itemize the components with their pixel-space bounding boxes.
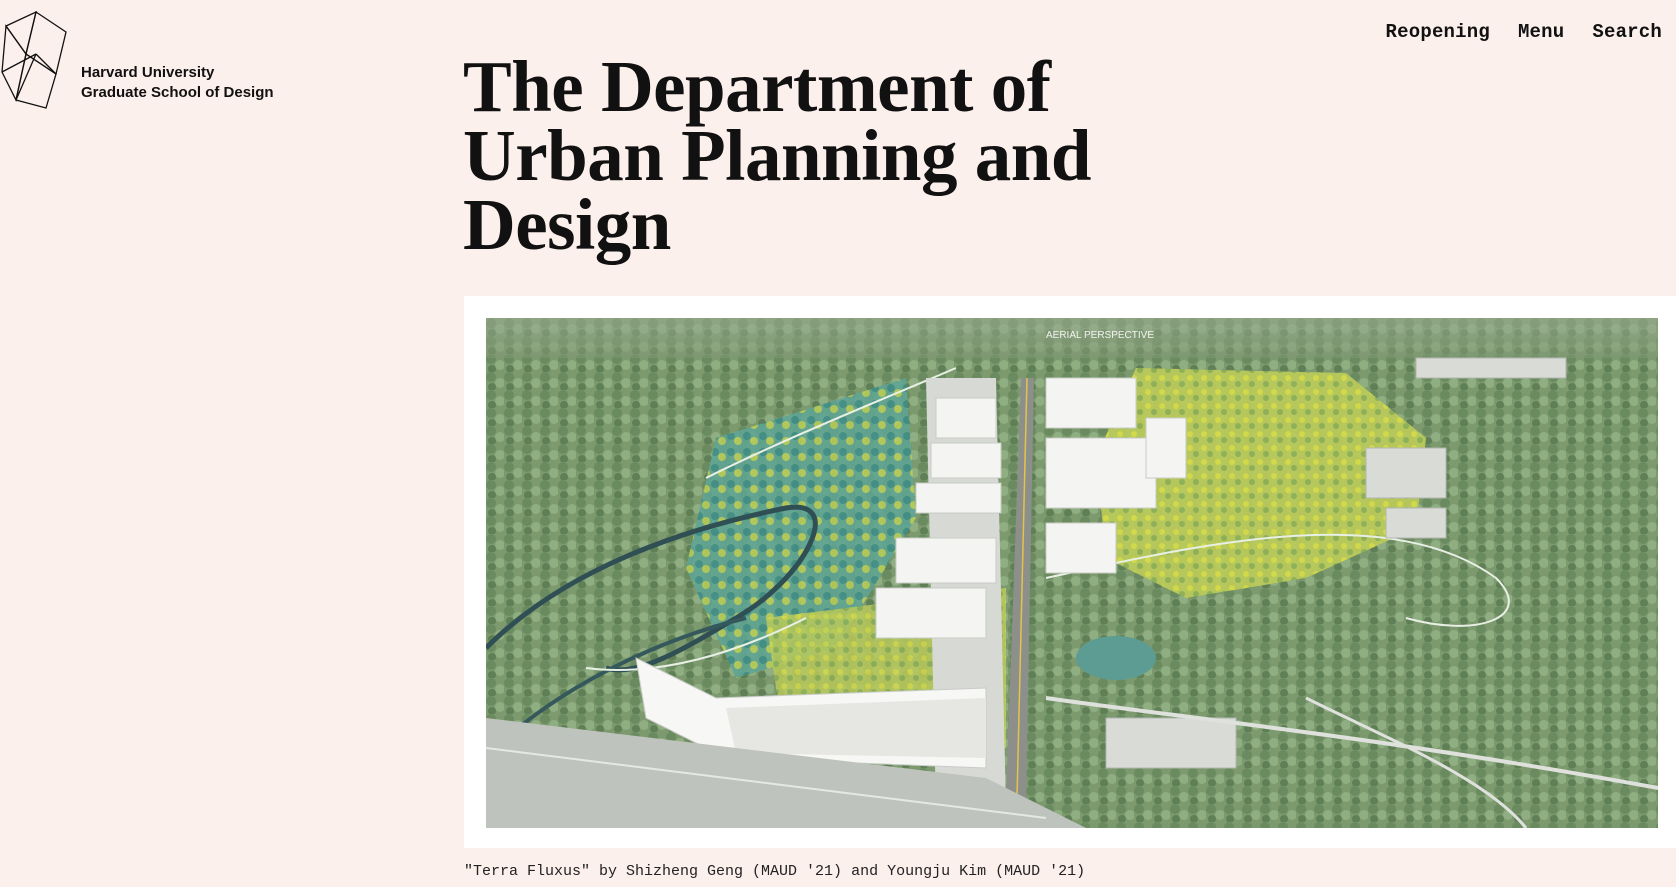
nav-menu-button[interactable]: Menu bbox=[1518, 21, 1564, 43]
hero-image-aerial-perspective: AERIAL PERSPECTIVE bbox=[486, 318, 1658, 828]
logo-text: Harvard University Graduate School of De… bbox=[81, 63, 274, 103]
gsd-logo[interactable]: Harvard University Graduate School of De… bbox=[0, 10, 300, 110]
nav-reopening-link[interactable]: Reopening bbox=[1386, 21, 1490, 43]
hero-image-caption: "Terra Fluxus" by Shizheng Geng (MAUD '2… bbox=[464, 863, 1086, 880]
page-title: The Department of Urban Planning and Des… bbox=[463, 46, 1091, 265]
top-nav: Reopening Menu Search bbox=[1386, 21, 1662, 43]
nav-search-button[interactable]: Search bbox=[1592, 21, 1662, 43]
hero-image-frame: AERIAL PERSPECTIVE bbox=[464, 296, 1676, 848]
gsd-logo-mark-icon bbox=[1, 10, 67, 109]
logo-line-school: Graduate School of Design bbox=[81, 84, 274, 101]
aerial-perspective-label: AERIAL PERSPECTIVE bbox=[1046, 330, 1154, 341]
logo-line-university: Harvard University bbox=[81, 64, 215, 81]
